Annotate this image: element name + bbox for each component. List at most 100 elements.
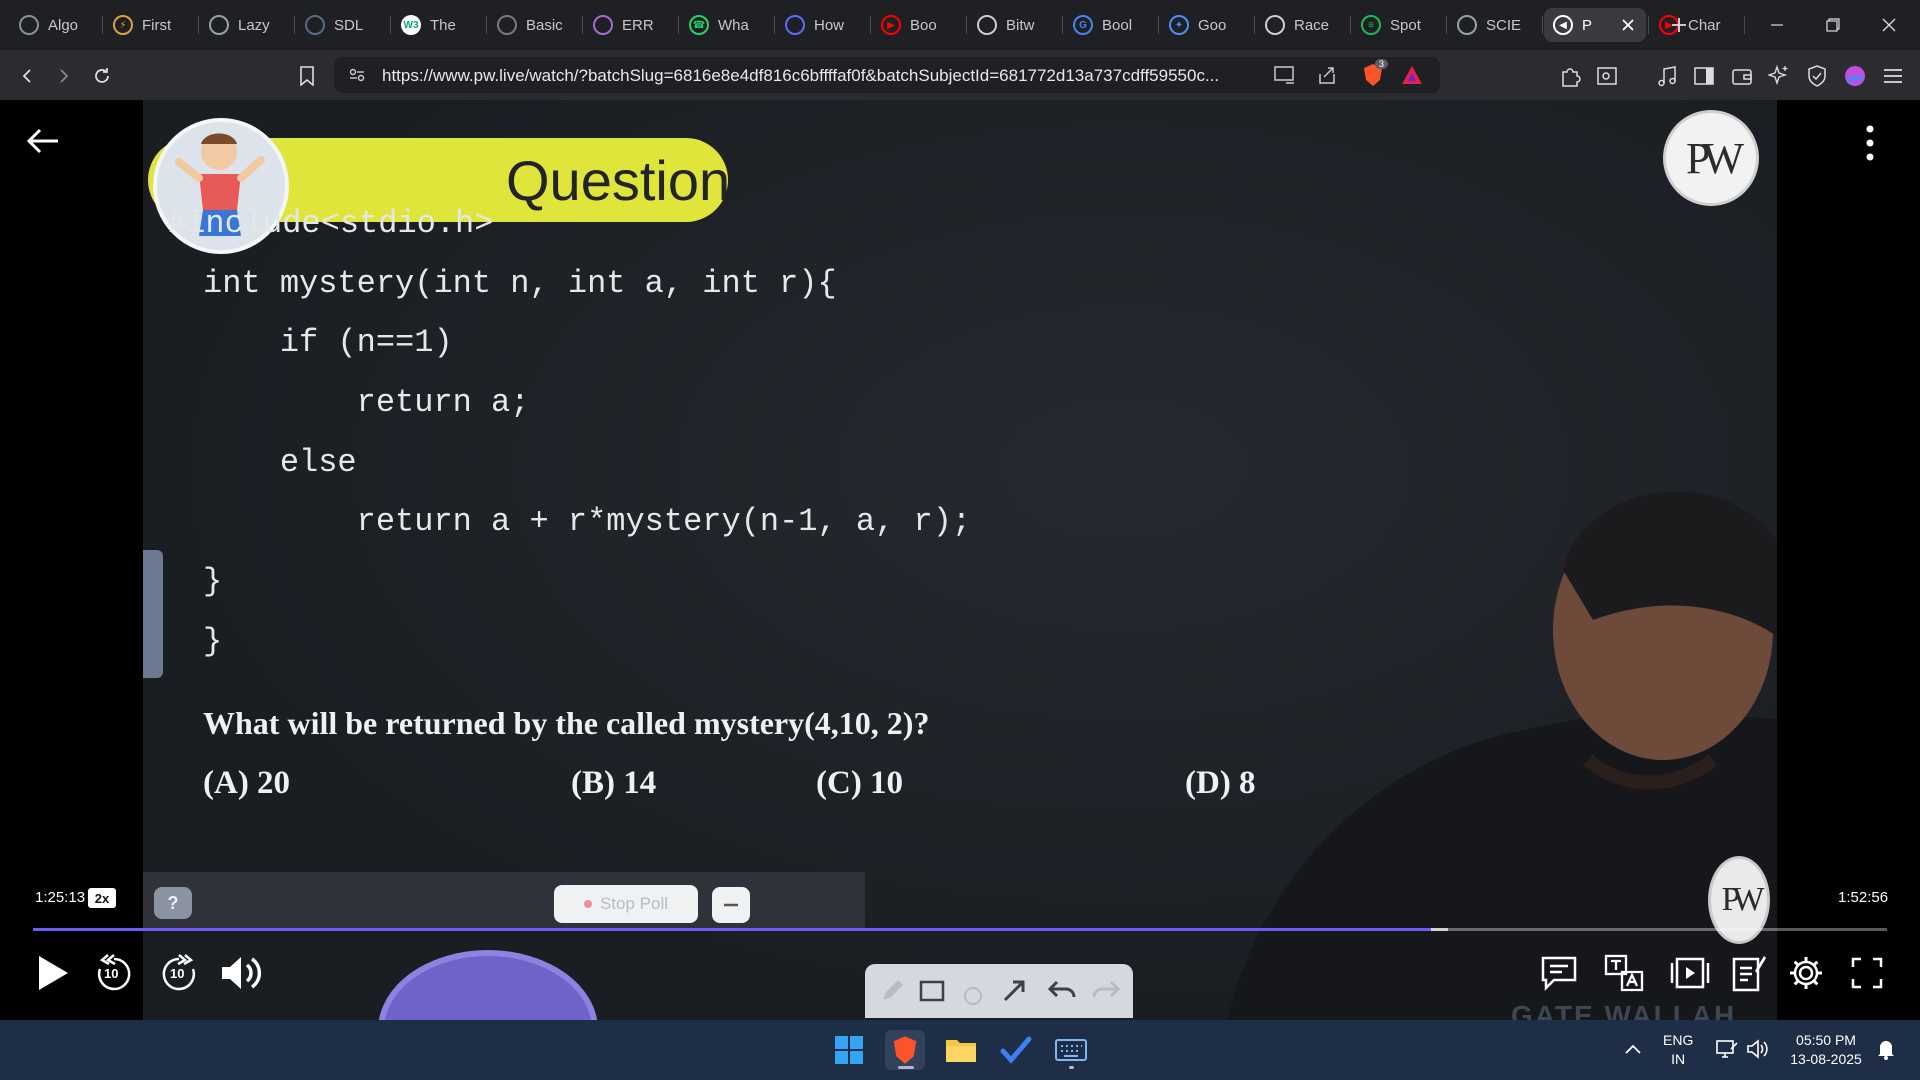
- close-window-button[interactable]: [1866, 8, 1912, 42]
- more-options-button[interactable]: [1862, 124, 1878, 162]
- circle-icon[interactable]: [961, 982, 985, 1006]
- minus-icon: [724, 903, 738, 907]
- reload-button[interactable]: [88, 62, 116, 90]
- tab-17[interactable]: ◀ P: [1544, 8, 1646, 42]
- duration: 1:52:56: [1838, 889, 1889, 906]
- back-button[interactable]: [13, 62, 41, 90]
- translate-icon: [1604, 954, 1644, 992]
- volume-icon[interactable]: [1746, 1039, 1768, 1059]
- minimize-button[interactable]: [1754, 8, 1800, 42]
- start-button[interactable]: [829, 1030, 869, 1070]
- volume-button[interactable]: [218, 950, 264, 996]
- forward-10-button[interactable]: 10: [156, 950, 202, 996]
- clock[interactable]: 05:50 PM 13-08-2025: [1784, 1031, 1868, 1069]
- windows-taskbar: ENG IN 05:50 PM 13-08-2025: [0, 1020, 1920, 1080]
- leo-ai-button[interactable]: [1765, 62, 1793, 90]
- clock-time: 05:50 PM: [1796, 1032, 1856, 1048]
- tab-separator: [486, 16, 487, 34]
- translate-button[interactable]: [1601, 950, 1647, 996]
- taskbar-brave[interactable]: [885, 1030, 925, 1070]
- tab-7[interactable]: ERR: [584, 8, 676, 42]
- tab-8[interactable]: ☎ Wha: [680, 8, 772, 42]
- tab-label: Lazy: [238, 16, 270, 34]
- profile-button[interactable]: [1841, 62, 1869, 90]
- notification-bell-icon[interactable]: [1876, 1038, 1896, 1060]
- tab-separator: [678, 16, 679, 34]
- lightning-icon: ⚡: [113, 15, 133, 35]
- cast-icon[interactable]: [1274, 66, 1296, 84]
- tab-separator: [1158, 16, 1159, 34]
- reader-mode-button[interactable]: [1593, 62, 1621, 90]
- tab-13[interactable]: ✦ Goo: [1160, 8, 1252, 42]
- network-icon[interactable]: [1716, 1039, 1738, 1059]
- progress-bar[interactable]: [33, 928, 1887, 931]
- rewind-10-button[interactable]: 10: [91, 950, 137, 996]
- rectangle-icon[interactable]: [919, 978, 945, 1004]
- poll-minimize-button[interactable]: [712, 887, 750, 923]
- tab-1[interactable]: Algo: [10, 8, 100, 42]
- address-bar[interactable]: https://www.pw.live/watch/?batchSlug=681…: [334, 57, 1440, 93]
- restore-button[interactable]: [1810, 8, 1856, 42]
- tab-16[interactable]: SCIE: [1448, 8, 1540, 42]
- vpn-button[interactable]: [1803, 62, 1831, 90]
- option-c: (C) 10: [816, 765, 904, 801]
- tab-9[interactable]: How: [776, 8, 868, 42]
- play-button[interactable]: [30, 950, 76, 996]
- tab-separator: [966, 16, 967, 34]
- forward-button[interactable]: [50, 62, 78, 90]
- browser-menu-button[interactable]: [1879, 62, 1907, 90]
- media-button[interactable]: [1653, 62, 1681, 90]
- tab-5[interactable]: W3 The: [392, 8, 484, 42]
- player-back-button[interactable]: [24, 122, 62, 160]
- tab-separator: [390, 16, 391, 34]
- taskbar-keyboard[interactable]: [1051, 1030, 1091, 1070]
- tab-14[interactable]: Race: [1256, 8, 1348, 42]
- tab-12[interactable]: G Bool: [1064, 8, 1156, 42]
- stop-poll-button[interactable]: Stop Poll: [554, 885, 698, 923]
- new-tab-button[interactable]: [1666, 12, 1692, 38]
- record-dot-icon: [583, 900, 592, 908]
- tab-11[interactable]: Bitw: [968, 8, 1060, 42]
- arrow-icon[interactable]: [1001, 976, 1029, 1004]
- taskbar-todo[interactable]: [996, 1030, 1036, 1070]
- brave-shields-button[interactable]: 3: [1362, 59, 1389, 87]
- tab-4[interactable]: SDL: [296, 8, 388, 42]
- playlist-button[interactable]: [1667, 950, 1713, 996]
- tab-18[interactable]: ▶ Char: [1650, 8, 1742, 42]
- bookmark-button[interactable]: [293, 62, 321, 90]
- close-tab-icon[interactable]: [1620, 17, 1636, 33]
- chat-button[interactable]: [1536, 950, 1582, 996]
- volume-icon: [222, 957, 262, 989]
- region-code: IN: [1671, 1051, 1686, 1067]
- running-indicator: [1069, 1066, 1074, 1069]
- side-panel-handle[interactable]: [143, 550, 163, 678]
- playback-speed-badge[interactable]: 2x: [88, 888, 116, 908]
- google-icon: G: [1073, 15, 1093, 35]
- presenter-figure: [1227, 491, 1777, 1020]
- tab-15[interactable]: ≡ Spot: [1352, 8, 1444, 42]
- video-frame[interactable]: Question #include<stdio.h> int mystery(i…: [143, 100, 1777, 1020]
- undo-icon[interactable]: [1047, 978, 1077, 1002]
- poll-help-button[interactable]: ?: [154, 887, 192, 919]
- redo-icon[interactable]: [1091, 978, 1121, 1002]
- language-indicator[interactable]: ENG IN: [1663, 1031, 1693, 1069]
- notes-button[interactable]: [1726, 950, 1772, 996]
- shield-count-badge: 3: [1375, 59, 1389, 69]
- brave-rewards-icon[interactable]: [1401, 65, 1423, 85]
- profile-icon: [1845, 66, 1865, 86]
- pen-icon[interactable]: [879, 978, 905, 1004]
- chat-icon: [1541, 956, 1577, 991]
- fullscreen-button[interactable]: [1844, 950, 1890, 996]
- tab-10[interactable]: ▶ Boo: [872, 8, 964, 42]
- tab-6[interactable]: Basic: [488, 8, 580, 42]
- extensions-button[interactable]: [1556, 62, 1584, 90]
- tab-2[interactable]: ⚡ First: [104, 8, 196, 42]
- url-text[interactable]: https://www.pw.live/watch/?batchSlug=681…: [382, 66, 1219, 86]
- share-icon[interactable]: [1317, 65, 1337, 85]
- taskbar-file-explorer[interactable]: [941, 1030, 981, 1070]
- chevron-up-icon[interactable]: [1624, 1042, 1642, 1056]
- sidebar-button[interactable]: [1690, 62, 1718, 90]
- wallet-button[interactable]: [1728, 62, 1756, 90]
- settings-button[interactable]: [1783, 950, 1829, 996]
- tab-3[interactable]: Lazy: [200, 8, 292, 42]
